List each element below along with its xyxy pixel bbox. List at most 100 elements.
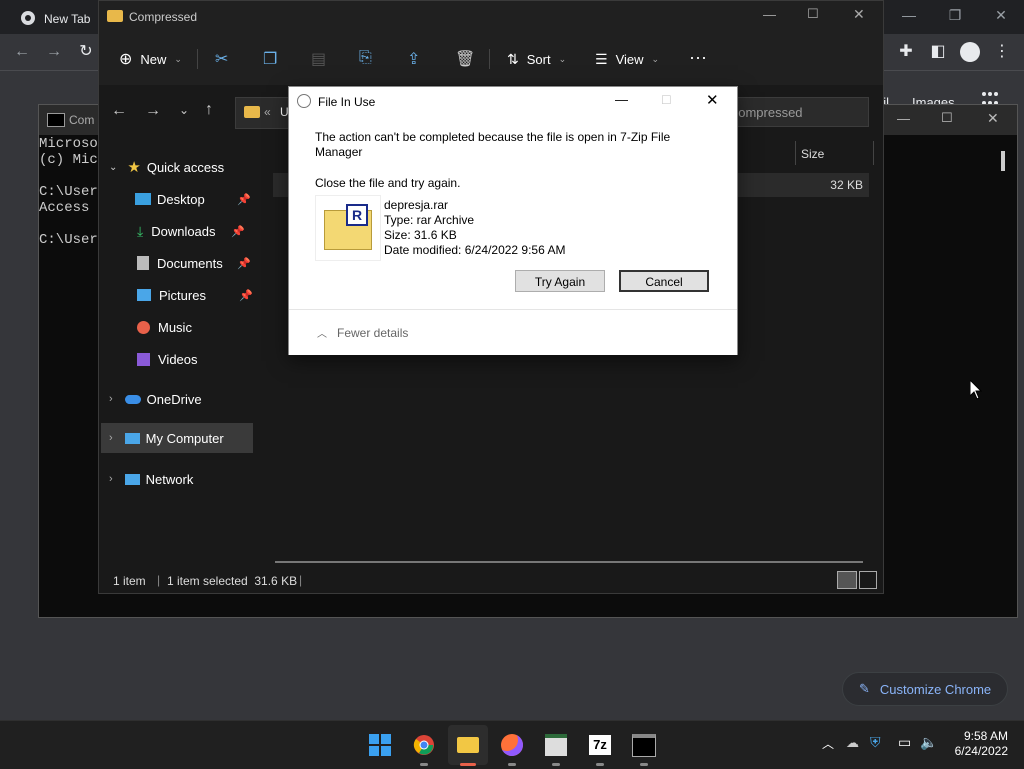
cmd-app-icon: [47, 113, 65, 127]
cancel-button[interactable]: Cancel: [619, 270, 709, 292]
column-divider[interactable]: [873, 141, 874, 165]
security-icon[interactable]: ⛨: [870, 734, 881, 751]
chevron-right-icon: ›: [109, 473, 113, 485]
sidepanel-icon[interactable]: ◧: [924, 34, 952, 70]
delete-icon[interactable]: 🗑: [455, 49, 475, 69]
7zip-icon[interactable]: 7z: [580, 725, 620, 765]
file-explorer-icon[interactable]: [448, 725, 488, 765]
dialog-minimize-button[interactable]: —: [615, 92, 628, 107]
share-icon[interactable]: ⇪: [407, 49, 420, 69]
forward-icon[interactable]: →: [145, 102, 161, 120]
forward-icon[interactable]: →: [40, 34, 68, 70]
chrome-restore-button[interactable]: ❐: [932, 0, 978, 30]
breadcrumb-overflow[interactable]: «: [264, 105, 271, 119]
pencil-icon: ✎: [859, 681, 870, 696]
chrome-logo-icon: [20, 10, 36, 29]
chrome-icon[interactable]: [404, 725, 444, 765]
dialog-titlebar[interactable]: File In Use — ☐ ✕: [289, 87, 737, 117]
item-count: 1 item: [113, 574, 146, 588]
chevron-down-icon: ⌄: [174, 53, 182, 64]
sidebar-item-pictures[interactable]: Pictures 📌: [99, 279, 255, 311]
dialog-title: File In Use: [318, 95, 376, 109]
videos-icon: [137, 352, 150, 366]
notepad-icon[interactable]: [536, 725, 576, 765]
show-hidden-icons-icon[interactable]: ︿: [822, 735, 834, 752]
up-icon[interactable]: ↑: [205, 101, 213, 119]
sidebar-item-downloads[interactable]: ⤓ Downloads 📌: [99, 215, 255, 247]
try-again-button[interactable]: Try Again: [515, 270, 605, 292]
details-view-icon[interactable]: [837, 571, 857, 589]
dialog-footer: ︿ Fewer details: [289, 309, 737, 355]
sidebar-item-quick-access[interactable]: ⌄ ★ Quick access: [99, 151, 255, 183]
selection-info: 1 item selected 31.6 KB: [167, 574, 298, 588]
file-in-use-dialog: File In Use — ☐ ✕ The action can't be co…: [288, 86, 738, 355]
new-button[interactable]: ⊕ New ⌄: [119, 33, 182, 85]
running-app-indicator: [552, 763, 560, 766]
volume-icon[interactable]: 🔈: [920, 734, 937, 751]
active-app-indicator: [460, 763, 476, 766]
horizontal-scrollbar[interactable]: [275, 561, 863, 563]
explorer-title: Compressed: [129, 10, 198, 24]
sort-button[interactable]: ⇅ Sort ⌄: [507, 33, 566, 85]
terminal-icon[interactable]: [624, 725, 664, 765]
column-divider[interactable]: [795, 141, 796, 165]
cmd-minimize-button[interactable]: —: [897, 111, 910, 126]
fewer-details-button[interactable]: ︿ Fewer details: [317, 325, 408, 341]
sidebar-item-documents[interactable]: Documents 📌: [99, 247, 255, 279]
back-icon[interactable]: ←: [111, 102, 127, 120]
profile-icon[interactable]: [960, 42, 980, 62]
view-button[interactable]: ☰ View ⌄: [595, 33, 659, 85]
cmd-close-button[interactable]: ✕: [987, 110, 999, 127]
file-name: depresja.rar: [384, 198, 449, 212]
sidebar-item-music[interactable]: Music: [99, 311, 255, 343]
explorer-close-button[interactable]: ✕: [853, 6, 865, 23]
rar-file-icon: R: [315, 195, 381, 261]
desktop-icon: [135, 193, 151, 205]
sidebar-item-my-computer[interactable]: › My Computer: [101, 423, 253, 453]
cmd-title: Com: [69, 113, 95, 127]
pin-icon: 📌: [239, 289, 253, 302]
pin-icon: 📌: [231, 225, 245, 238]
cut-icon[interactable]: ✂: [215, 49, 228, 69]
more-options-icon[interactable]: ···: [689, 47, 707, 68]
rename-icon[interactable]: ⎘: [359, 49, 372, 67]
file-size: 32 KB: [830, 178, 863, 192]
running-app-indicator: [420, 763, 428, 766]
tray-date: 6/24/2022: [954, 744, 1008, 758]
cmd-output-line: Microso: [39, 136, 98, 152]
sidebar-item-onedrive[interactable]: › OneDrive: [99, 383, 255, 415]
cmd-output-line: Access i: [39, 200, 107, 216]
sidebar-item-videos[interactable]: Videos: [99, 343, 255, 375]
cmd-maximize-button[interactable]: ☐: [941, 110, 953, 126]
onedrive-offline-icon[interactable]: ☁: [846, 735, 859, 751]
address-bar[interactable]: « U: [235, 97, 293, 129]
network-status-icon[interactable]: ▭: [898, 734, 911, 751]
clock[interactable]: 9:58 AM 6/24/2022: [948, 729, 1008, 759]
customize-chrome-button[interactable]: ✎ Customize Chrome: [842, 672, 1008, 706]
windows-start-icon[interactable]: [360, 725, 400, 765]
chrome-close-button[interactable]: ✕: [978, 0, 1024, 30]
chevron-down-icon: ⌄: [109, 161, 118, 173]
copy-icon[interactable]: ❐: [263, 49, 277, 69]
sidebar-item-network[interactable]: › Network: [99, 463, 255, 495]
sidebar-item-desktop[interactable]: Desktop 📌: [99, 183, 255, 215]
menu-icon[interactable]: ⋮: [988, 34, 1016, 70]
explorer-titlebar[interactable]: Compressed — ☐ ✕: [99, 1, 883, 33]
explorer-command-bar: ⊕ New ⌄ ✂ ❐ ▤ ⎘ ⇪ 🗑 ⇅ Sort ⌄ ☰ View ⌄ ··…: [99, 33, 883, 86]
back-icon[interactable]: ←: [8, 34, 36, 70]
cmd-output-line: (c) Mic: [39, 152, 98, 168]
download-icon: ⤓: [137, 222, 144, 239]
recent-locations-icon[interactable]: ⌄: [179, 103, 189, 117]
chrome-minimize-button[interactable]: —: [886, 0, 932, 30]
chrome-tab-new-tab[interactable]: New Tab: [8, 4, 112, 34]
firefox-icon[interactable]: [492, 725, 532, 765]
column-header-size[interactable]: Size: [801, 147, 824, 161]
large-icons-view-icon[interactable]: [859, 571, 877, 589]
extensions-icon[interactable]: ✚: [892, 34, 920, 70]
dialog-close-button[interactable]: ✕: [706, 91, 719, 109]
chevron-down-icon: ⌄: [651, 53, 660, 64]
reload-icon[interactable]: ↻: [72, 34, 100, 70]
cmd-scrollbar[interactable]: [1001, 151, 1005, 171]
explorer-maximize-button[interactable]: ☐: [807, 6, 819, 22]
explorer-minimize-button[interactable]: —: [763, 7, 776, 22]
